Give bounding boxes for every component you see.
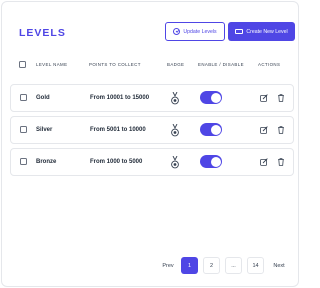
page-1-button[interactable]: 1 xyxy=(181,257,198,274)
level-name: Bronze xyxy=(36,159,57,165)
row-checkbox[interactable] xyxy=(20,158,27,165)
enable-toggle[interactable] xyxy=(200,155,222,168)
table-header: LEVEL NAME POINTS TO COLLECT BADGE ENABL… xyxy=(10,58,294,72)
prev-page-button[interactable]: Prev xyxy=(157,257,179,274)
enable-toggle[interactable] xyxy=(200,123,222,136)
layers-icon xyxy=(235,29,244,34)
trash-icon[interactable] xyxy=(277,126,285,134)
level-name: Silver xyxy=(36,127,53,133)
medal-icon xyxy=(171,124,179,137)
medal-icon xyxy=(171,156,179,169)
trash-icon[interactable] xyxy=(277,94,285,102)
update-levels-label: Update Levels xyxy=(183,28,217,35)
edit-icon[interactable] xyxy=(260,158,268,166)
page-ellipsis: ... xyxy=(225,257,242,274)
table-row: Gold From 10001 to 15000 xyxy=(10,84,294,112)
points-range: From 5001 to 10000 xyxy=(90,127,146,133)
page-2-button[interactable]: 2 xyxy=(203,257,220,274)
column-header-actions: ACTIONS xyxy=(258,62,281,67)
update-levels-button[interactable]: Update Levels xyxy=(165,22,225,41)
column-header-level-name: LEVEL NAME xyxy=(36,62,68,67)
medal-icon xyxy=(171,92,179,105)
page-title: LEVELS xyxy=(19,27,66,39)
select-all-checkbox[interactable] xyxy=(19,61,26,68)
next-page-button[interactable]: Next xyxy=(267,257,291,274)
table-row: Bronze From 1000 to 5000 xyxy=(10,148,294,176)
enable-toggle[interactable] xyxy=(200,91,222,104)
column-header-points: POINTS TO COLLECT xyxy=(89,62,141,67)
row-checkbox[interactable] xyxy=(20,126,27,133)
edit-icon[interactable] xyxy=(260,126,268,134)
edit-icon[interactable] xyxy=(260,94,268,102)
column-header-enable: ENABLE / DISABLE xyxy=(198,62,244,67)
create-new-level-label: Create New Level xyxy=(246,28,288,35)
points-range: From 1000 to 5000 xyxy=(90,159,143,165)
points-range: From 10001 to 15000 xyxy=(90,95,150,101)
trash-icon[interactable] xyxy=(277,158,285,166)
page-14-button[interactable]: 14 xyxy=(247,257,264,274)
table-row: Silver From 5001 to 10000 xyxy=(10,116,294,144)
levels-card: LEVELS Update Levels Create New Level LE… xyxy=(1,1,299,287)
create-new-level-button[interactable]: Create New Level xyxy=(228,22,295,41)
check-circle-icon xyxy=(173,28,181,35)
column-header-badge: BADGE xyxy=(167,62,185,67)
row-checkbox[interactable] xyxy=(20,94,27,101)
level-name: Gold xyxy=(36,95,50,101)
